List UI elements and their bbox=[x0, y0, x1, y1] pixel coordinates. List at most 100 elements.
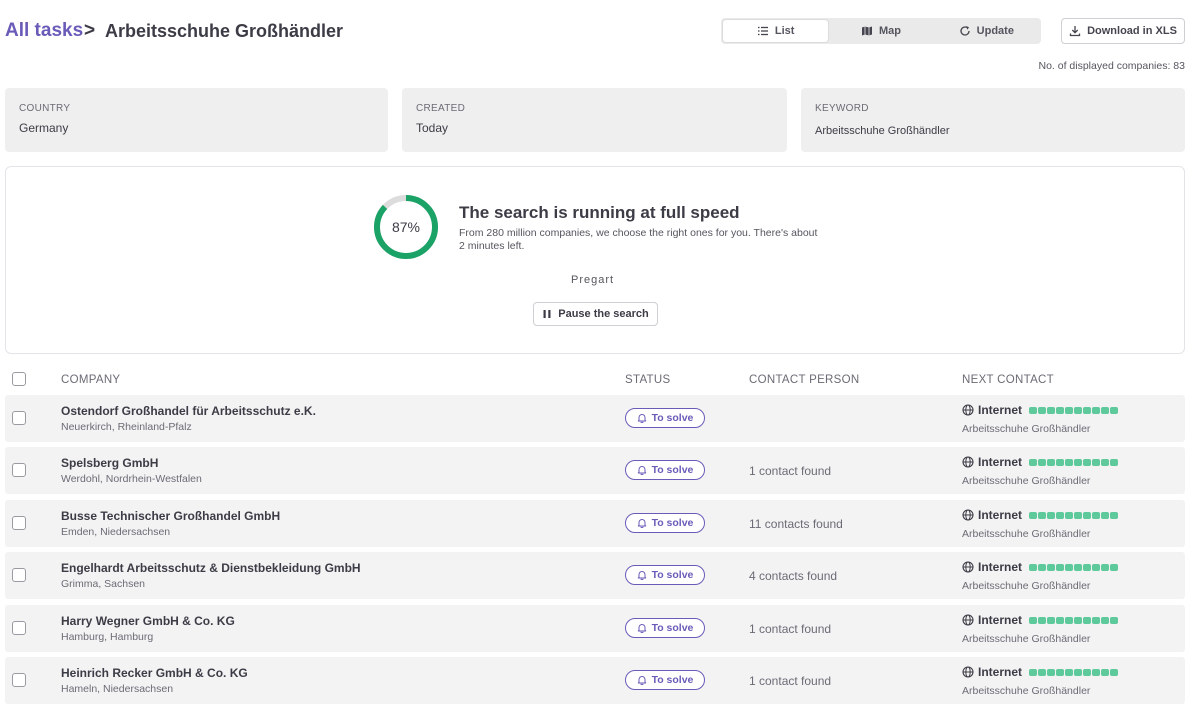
next-contact: Internet Arbeitsschuhe Großhändler bbox=[962, 403, 1119, 435]
company-name[interactable]: Spelsberg GmbH bbox=[61, 456, 158, 470]
status-badge[interactable]: To solve bbox=[625, 408, 705, 428]
breadcrumb-all-tasks-link[interactable]: All tasks bbox=[5, 20, 83, 42]
bell-icon bbox=[637, 624, 646, 633]
next-contact-channel: Internet bbox=[978, 508, 1023, 522]
score-segment bbox=[1092, 563, 1101, 571]
status-badge[interactable]: To solve bbox=[625, 565, 705, 585]
row-checkbox[interactable] bbox=[12, 673, 26, 687]
score-segment bbox=[1047, 406, 1056, 414]
refresh-icon bbox=[960, 26, 970, 36]
table-row[interactable]: Busse Technischer Großhandel GmbH Emden, … bbox=[5, 500, 1185, 547]
country-label: COUNTRY bbox=[19, 103, 71, 114]
contact-score-bar bbox=[1029, 458, 1119, 466]
pause-icon bbox=[543, 310, 551, 318]
status-badge[interactable]: To solve bbox=[625, 618, 705, 638]
status-label: To solve bbox=[651, 569, 694, 581]
select-all-checkbox[interactable] bbox=[12, 372, 26, 386]
keyword-label: KEYWORD bbox=[815, 103, 869, 114]
score-segment bbox=[1047, 511, 1056, 519]
company-name[interactable]: Harry Wegner GmbH & Co. KG bbox=[61, 614, 235, 628]
row-checkbox[interactable] bbox=[12, 621, 26, 635]
company-location: Emden, Niedersachsen bbox=[61, 526, 171, 538]
company-location: Grimma, Sachsen bbox=[61, 578, 146, 590]
page-title: Arbeitsschuhe Großhändler bbox=[105, 21, 344, 41]
score-segment bbox=[1029, 563, 1038, 571]
company-name[interactable]: Ostendorf Großhandel für Arbeitsschutz e… bbox=[61, 404, 316, 418]
column-header-status: STATUS bbox=[625, 374, 671, 386]
status-badge[interactable]: To solve bbox=[625, 460, 705, 480]
score-segment bbox=[1110, 406, 1119, 414]
score-segment bbox=[1029, 406, 1038, 414]
row-checkbox[interactable] bbox=[12, 516, 26, 530]
score-segment bbox=[1092, 458, 1101, 466]
next-contact-channel: Internet bbox=[978, 455, 1023, 469]
contact-score-bar bbox=[1029, 511, 1119, 519]
company-name[interactable]: Heinrich Recker GmbH & Co. KG bbox=[61, 666, 248, 680]
table-header: COMPANY STATUS CONTACT PERSON NEXT CONTA… bbox=[5, 366, 1185, 394]
table-row[interactable]: Engelhardt Arbeitsschutz & Dienstbekleid… bbox=[5, 552, 1185, 599]
company-location: Neuerkirch, Rheinland-Pfalz bbox=[61, 421, 192, 433]
score-segment bbox=[1047, 563, 1056, 571]
map-view-button[interactable]: Map bbox=[828, 20, 933, 42]
column-header-contact-person: CONTACT PERSON bbox=[749, 374, 860, 386]
update-button[interactable]: Update bbox=[934, 20, 1039, 42]
score-segment bbox=[1101, 616, 1110, 624]
next-contact: Internet Arbeitsschuhe Großhändler bbox=[962, 613, 1119, 645]
contact-person: 1 contact found bbox=[749, 464, 832, 478]
list-view-button[interactable]: List bbox=[723, 20, 829, 42]
pause-search-button[interactable]: Pause the search bbox=[533, 302, 658, 326]
contact-person: 1 contact found bbox=[749, 622, 832, 636]
map-icon bbox=[861, 26, 872, 36]
table-row[interactable]: Spelsberg GmbH Werdohl, Nordrhein-Westfal… bbox=[5, 447, 1185, 494]
score-segment bbox=[1038, 616, 1047, 624]
keyword-value: Arbeitsschuhe Großhändler bbox=[815, 125, 950, 137]
contact-score-bar bbox=[1029, 406, 1119, 414]
score-segment bbox=[1056, 616, 1065, 624]
score-segment bbox=[1047, 458, 1056, 466]
score-segment bbox=[1065, 458, 1074, 466]
score-segment bbox=[1065, 563, 1074, 571]
score-segment bbox=[1083, 616, 1092, 624]
row-checkbox[interactable] bbox=[12, 463, 26, 477]
company-name[interactable]: Busse Technischer Großhandel GmbH bbox=[61, 509, 280, 523]
company-location: Hameln, Niedersachsen bbox=[61, 683, 174, 695]
globe-icon bbox=[962, 561, 974, 573]
next-contact-channel: Internet bbox=[978, 403, 1023, 417]
pause-search-label: Pause the search bbox=[558, 308, 649, 320]
globe-icon bbox=[962, 456, 974, 468]
row-checkbox[interactable] bbox=[12, 411, 26, 425]
score-segment bbox=[1029, 458, 1038, 466]
score-segment bbox=[1056, 563, 1065, 571]
row-checkbox[interactable] bbox=[12, 568, 26, 582]
score-segment bbox=[1056, 668, 1065, 676]
next-contact: Internet Arbeitsschuhe Großhändler bbox=[962, 560, 1119, 592]
score-segment bbox=[1065, 406, 1074, 414]
score-segment bbox=[1038, 563, 1047, 571]
score-segment bbox=[1092, 668, 1101, 676]
status-badge[interactable]: To solve bbox=[625, 670, 705, 690]
breadcrumb-separator: > bbox=[84, 20, 96, 41]
list-view-label: List bbox=[774, 25, 795, 37]
contact-score-bar bbox=[1029, 668, 1119, 676]
next-contact-keyword: Arbeitsschuhe Großhändler bbox=[962, 633, 1091, 645]
globe-icon bbox=[962, 614, 974, 626]
score-segment bbox=[1038, 511, 1047, 519]
score-segment bbox=[1056, 511, 1065, 519]
column-header-next-contact: NEXT CONTACT bbox=[962, 374, 1054, 386]
company-name[interactable]: Engelhardt Arbeitsschutz & Dienstbekleid… bbox=[61, 561, 361, 575]
next-contact-channel: Internet bbox=[978, 665, 1023, 679]
table-row[interactable]: Ostendorf Großhandel für Arbeitsschutz e… bbox=[5, 395, 1185, 442]
download-xls-button[interactable]: Download in XLS bbox=[1061, 18, 1185, 44]
table-row[interactable]: Harry Wegner GmbH & Co. KG Hamburg, Hambu… bbox=[5, 605, 1185, 652]
contact-person: 11 contacts found bbox=[749, 517, 843, 531]
list-icon bbox=[757, 26, 768, 36]
country-filter-card: COUNTRY Germany bbox=[5, 88, 388, 152]
next-contact-keyword: Arbeitsschuhe Großhändler bbox=[962, 475, 1091, 487]
status-badge[interactable]: To solve bbox=[625, 513, 705, 533]
bell-icon bbox=[637, 466, 646, 475]
score-segment bbox=[1083, 406, 1092, 414]
table-row[interactable]: Heinrich Recker GmbH & Co. KG Hameln, Nie… bbox=[5, 657, 1185, 704]
score-segment bbox=[1101, 458, 1110, 466]
download-icon bbox=[1069, 26, 1081, 37]
score-segment bbox=[1110, 616, 1119, 624]
